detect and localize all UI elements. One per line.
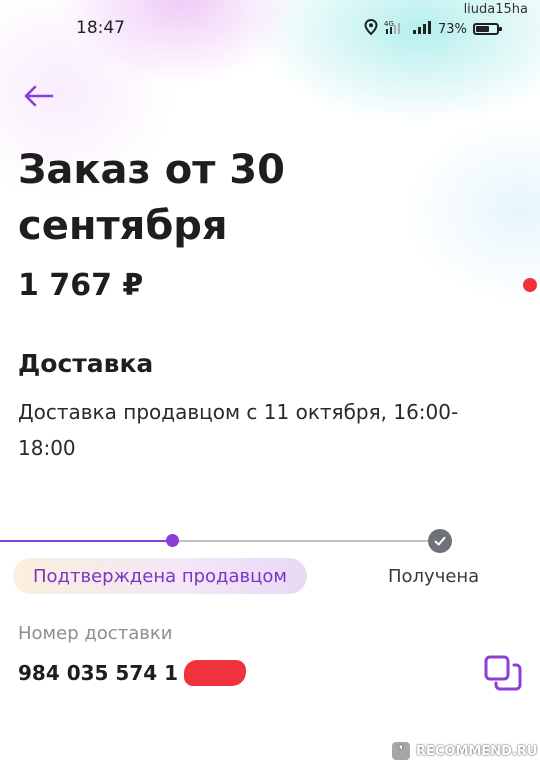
status-time: 18:47: [76, 18, 125, 38]
progress-line-completed: [0, 540, 172, 542]
quote-icon: ❜: [392, 742, 410, 760]
step-confirmed-label: Подтверждена продавцом: [33, 565, 287, 587]
delivery-section-title: Доставка: [18, 349, 154, 378]
redaction-mark: [184, 660, 246, 686]
network-4g-icon: 4G: [384, 19, 406, 39]
signal-icon: [412, 19, 432, 39]
delivery-details: Доставка продавцом с 11 октября, 16:00-1…: [18, 400, 459, 460]
order-progress: [0, 528, 540, 554]
tracking-label: Номер доставки: [18, 623, 173, 644]
status-icons: 4G 73%: [364, 18, 502, 39]
page-title: Заказ от 30 сентября: [18, 147, 285, 249]
progress-current-dot: [166, 534, 179, 547]
step-received-label: Получена: [388, 566, 480, 587]
arrow-left-icon: [24, 85, 54, 107]
progress-line-remaining: [172, 540, 440, 542]
username-watermark: liuda15ha: [463, 2, 528, 17]
check-icon: [428, 529, 452, 553]
svg-text:4G: 4G: [384, 20, 394, 28]
copy-button[interactable]: [481, 653, 525, 693]
battery-icon: [472, 23, 502, 35]
back-button[interactable]: [20, 78, 56, 114]
battery-level-fill: [475, 26, 490, 32]
battery-percent: 73%: [438, 21, 467, 37]
copy-icon: [484, 655, 522, 691]
notification-dot: [523, 278, 537, 292]
location-icon: [364, 18, 378, 39]
status-bar: 18:47 4G 73%: [0, 0, 540, 56]
recommend-watermark-text: RECOMMEND.RU: [416, 743, 538, 759]
tracking-number[interactable]: 984 035 574 1: [18, 661, 178, 685]
recommend-watermark: ❜ RECOMMEND.RU: [392, 738, 537, 764]
step-confirmed-badge: Подтверждена продавцом: [13, 558, 307, 594]
order-total: 1 767 ₽: [18, 268, 144, 303]
